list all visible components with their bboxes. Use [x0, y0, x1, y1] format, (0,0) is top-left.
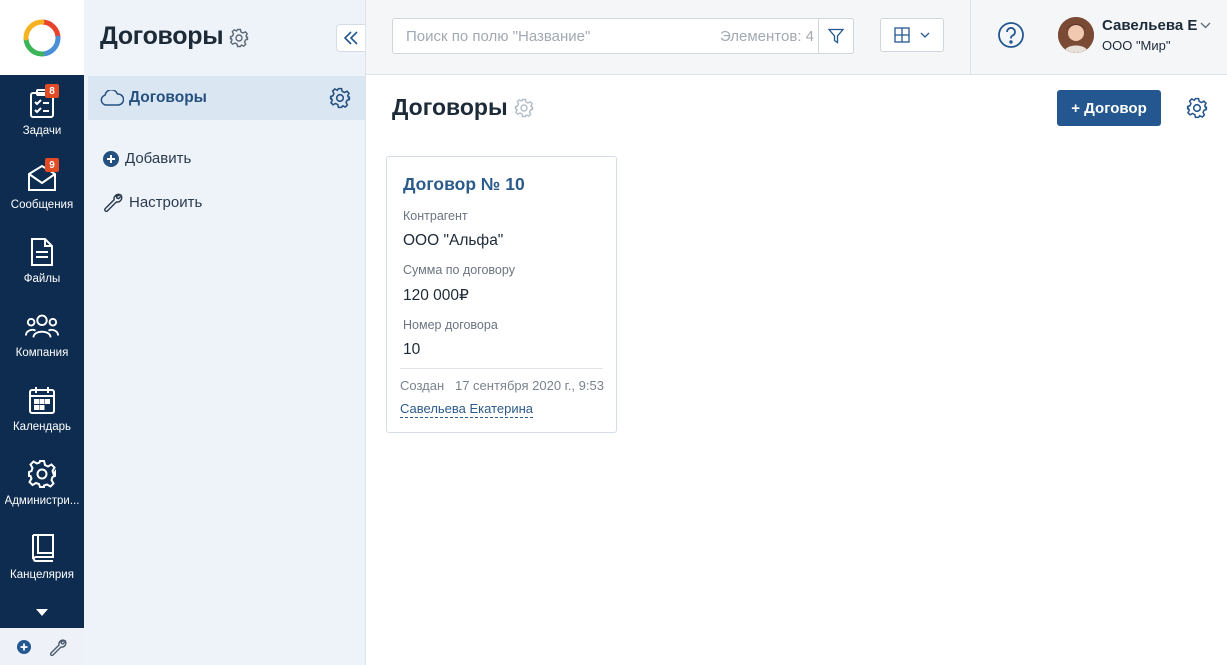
page-settings-button[interactable] — [1186, 97, 1208, 124]
nav-company-label: Компания — [15, 347, 69, 359]
calendar-icon — [29, 387, 55, 414]
rail-bottom-bar — [0, 628, 84, 665]
sidebar-add-label: Добавить — [125, 150, 192, 167]
rail-more-toggle[interactable] — [0, 598, 84, 626]
nav-admin[interactable]: Администри... — [0, 445, 84, 519]
filter-icon — [828, 28, 844, 44]
gear-icon[interactable] — [329, 87, 351, 109]
filter-button[interactable] — [818, 19, 853, 53]
sidebar-configure-label: Настроить — [129, 193, 203, 211]
cloud-icon — [100, 90, 124, 106]
company-icon — [25, 314, 59, 338]
wrench-icon[interactable] — [49, 638, 67, 656]
card-divider — [400, 368, 603, 369]
page-header: Договоры — [392, 94, 534, 121]
nav-tasks[interactable]: 8 Задачи — [0, 75, 84, 149]
sidebar-add-link[interactable]: Добавить — [103, 150, 191, 167]
nav-calendar-label: Календарь — [12, 421, 72, 433]
chevron-down-icon — [1200, 22, 1211, 29]
nav-company[interactable]: Компания — [0, 297, 84, 371]
nav-messages[interactable]: 9 Сообщения — [0, 149, 84, 223]
sidebar-header: Договоры — [100, 22, 249, 51]
gear-icon — [28, 460, 56, 488]
chevron-down-icon — [920, 32, 930, 38]
gear-icon[interactable] — [229, 28, 249, 48]
sidebar-item-label: Договоры — [129, 89, 207, 106]
book-icon — [32, 534, 54, 562]
view-mode-button[interactable] — [880, 18, 944, 52]
help-icon — [998, 22, 1024, 48]
messages-badge: 9 — [45, 158, 59, 172]
avatar — [1058, 17, 1094, 53]
add-circle-icon — [103, 150, 119, 167]
sidebar-configure-link[interactable]: Настроить — [103, 192, 202, 212]
search-box: Элементов: 4 — [392, 18, 854, 54]
sidebar-title: Договоры — [100, 22, 224, 50]
files-icon — [31, 238, 53, 266]
nav-calendar[interactable]: Календарь — [0, 371, 84, 445]
wrench-icon — [104, 193, 123, 212]
gear-icon — [1186, 97, 1208, 119]
sidebar-item-contracts[interactable]: Договоры — [88, 76, 365, 120]
user-org: ООО "Мир" — [1102, 38, 1171, 53]
card-field-label: Контрагент — [403, 209, 468, 223]
user-menu[interactable]: Савельева Е ООО "Мир" — [1058, 17, 1211, 53]
card-field-label: Номер договора — [403, 318, 498, 332]
page-title: Договоры — [392, 94, 508, 120]
add-circle-icon[interactable] — [17, 639, 31, 654]
add-contract-button[interactable]: + Договор — [1057, 90, 1161, 126]
nav-files-label: Файлы — [23, 273, 61, 285]
top-bar: Элементов: 4 — [366, 0, 1227, 75]
tasks-badge: 8 — [45, 84, 59, 98]
section-sidebar: Договоры Договоры Добавить Настроить — [84, 0, 366, 665]
logo-icon — [23, 19, 61, 56]
elements-count: Элементов: 4 — [719, 27, 814, 45]
app-logo[interactable] — [0, 0, 84, 75]
card-field-label: Сумма по договору — [403, 263, 515, 277]
topbar-divider — [970, 0, 971, 75]
collapse-sidebar-button[interactable] — [336, 24, 365, 52]
contract-card[interactable]: Договор № 10 Контрагент ООО "Альфа" Сумм… — [386, 156, 617, 433]
caret-down-icon — [36, 608, 48, 616]
user-name-row: Савельева Е — [1102, 17, 1211, 34]
card-field-value: 10 — [403, 341, 421, 358]
help-button[interactable] — [997, 21, 1025, 54]
nav-stationery[interactable]: Канцелярия — [0, 519, 84, 593]
card-title[interactable]: Договор № 10 — [403, 174, 525, 195]
nav-messages-label: Сообщения — [10, 199, 74, 211]
nav-stationery-label: Канцелярия — [10, 569, 74, 581]
nav-tasks-label: Задачи — [22, 125, 62, 137]
user-name: Савельева Е — [1102, 17, 1198, 34]
main-nav-rail: 8 Задачи 9 Сообщения Файлы Компания Кале… — [0, 0, 84, 665]
gear-icon[interactable] — [514, 98, 534, 118]
grid-view-icon — [894, 27, 910, 43]
nav-files[interactable]: Файлы — [0, 223, 84, 297]
card-field-value: 120 000₽ — [403, 287, 469, 304]
double-chevron-left-icon — [344, 31, 358, 45]
card-field-value: ООО "Альфа" — [403, 232, 504, 249]
card-author-link[interactable]: Савельева Екатерина — [400, 401, 534, 418]
search-input[interactable] — [393, 19, 720, 53]
card-created: Создан 17 сентября 2020 г., 9:53 — [400, 378, 604, 393]
nav-admin-label: Администри... — [4, 495, 80, 507]
